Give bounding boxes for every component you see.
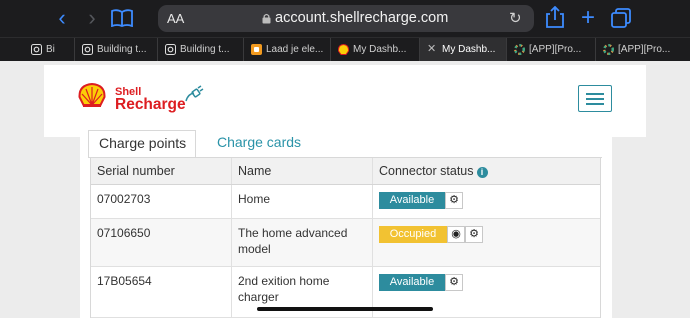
- browser-tab-bar: Bi Building t... Building t... Laad je e…: [0, 37, 690, 61]
- connector-status-cell: Available ⚙: [372, 185, 600, 218]
- serial-number-cell: 07002703: [97, 192, 151, 206]
- column-header-connector-status[interactable]: Connector status i: [372, 158, 600, 184]
- status-badge-available: Available: [379, 274, 445, 291]
- browser-tab-title: [APP][Pro...: [529, 44, 582, 55]
- shell-icon: [338, 44, 349, 55]
- browser-tab[interactable]: [APP][Pro...: [507, 38, 596, 61]
- browser-tab[interactable]: My Dashb...: [331, 38, 420, 61]
- settings-gear-button[interactable]: ⚙: [445, 274, 463, 291]
- o-square-icon: [165, 44, 176, 55]
- forward-icon[interactable]: ›: [80, 7, 104, 29]
- close-icon[interactable]: ✕: [427, 44, 438, 55]
- name-cell: The home advanced model: [231, 219, 372, 266]
- hamburger-menu-button[interactable]: [578, 85, 612, 112]
- charge-points-panel: Charge points Charge cards Serial number…: [80, 125, 612, 318]
- browser-tab-title: Building t...: [97, 44, 147, 55]
- browser-tab[interactable]: Building t...: [158, 38, 244, 61]
- column-header-serial[interactable]: Serial number: [91, 158, 231, 184]
- new-tab-icon[interactable]: +: [576, 6, 600, 30]
- orange-app-icon: [251, 44, 262, 55]
- connector-status-cell: Occupied ◉ ⚙: [372, 219, 600, 266]
- lock-icon: [262, 13, 271, 24]
- tab-charge-cards[interactable]: Charge cards: [207, 130, 311, 158]
- browser-tab-title: [APP][Pro...: [618, 44, 671, 55]
- charge-points-table: Serial number Name Connector status i 070…: [90, 158, 601, 318]
- color-wheel-icon: [514, 44, 525, 55]
- o-square-icon: [31, 44, 42, 55]
- plug-icon: [185, 85, 204, 102]
- menu-bar: [586, 93, 604, 95]
- table-row[interactable]: 07106650 The home advanced model Occupie…: [91, 219, 600, 267]
- reload-icon[interactable]: ↻: [509, 9, 522, 27]
- settings-gear-button[interactable]: ⚙: [445, 192, 463, 209]
- bookmarks-icon[interactable]: [110, 9, 134, 31]
- browser-tab-active[interactable]: ✕ My Dashb...: [420, 38, 507, 61]
- browser-tab[interactable]: Bi: [24, 38, 75, 61]
- url-text: account.shellrecharge.com: [275, 10, 449, 26]
- logo-product-text: Recharge: [115, 96, 186, 113]
- browser-toolbar: ‹ › AA account.shellrecharge.com ↻ +: [0, 0, 690, 37]
- settings-gear-button[interactable]: ⚙: [465, 226, 483, 243]
- browser-tab-title: Building t...: [180, 44, 230, 55]
- serial-number-cell: 17B05654: [97, 274, 152, 288]
- share-icon[interactable]: [543, 5, 567, 28]
- color-wheel-icon: [603, 44, 614, 55]
- name-cell: Home: [231, 185, 372, 218]
- back-icon[interactable]: ‹: [50, 7, 74, 29]
- browser-tab[interactable]: [APP][Pro...: [596, 38, 690, 61]
- status-badge-available: Available: [379, 192, 445, 209]
- tabs-overview-icon[interactable]: [609, 8, 633, 30]
- web-page: Shell Recharge Charge points Charge card…: [0, 61, 690, 318]
- info-icon[interactable]: i: [476, 167, 488, 178]
- tab-charge-points[interactable]: Charge points: [88, 130, 196, 158]
- menu-bar: [586, 103, 604, 105]
- column-header-label: Connector status: [379, 164, 474, 178]
- table-row[interactable]: 07002703 Home Available ⚙: [91, 185, 600, 219]
- shell-logo-icon[interactable]: [78, 83, 106, 108]
- serial-number-cell: 07106650: [97, 226, 151, 240]
- browser-tab-title: My Dashb...: [442, 44, 496, 55]
- address-bar[interactable]: AA account.shellrecharge.com ↻: [158, 5, 534, 32]
- browser-tab-title: Laad je ele...: [266, 44, 324, 55]
- browser-tab[interactable]: Laad je ele...: [244, 38, 331, 61]
- browser-tab-title: Bi: [46, 44, 55, 55]
- menu-bar: [586, 98, 604, 100]
- status-badge-occupied: Occupied: [379, 226, 447, 243]
- view-eye-button[interactable]: ◉: [447, 226, 465, 243]
- table-header-row: Serial number Name Connector status i: [91, 158, 600, 185]
- column-header-name[interactable]: Name: [231, 158, 372, 184]
- reader-text-size-button[interactable]: AA: [167, 11, 184, 26]
- home-indicator[interactable]: [257, 307, 433, 311]
- o-square-icon: [82, 44, 93, 55]
- browser-tab-title: My Dashb...: [353, 44, 407, 55]
- browser-tab[interactable]: Building t...: [75, 38, 158, 61]
